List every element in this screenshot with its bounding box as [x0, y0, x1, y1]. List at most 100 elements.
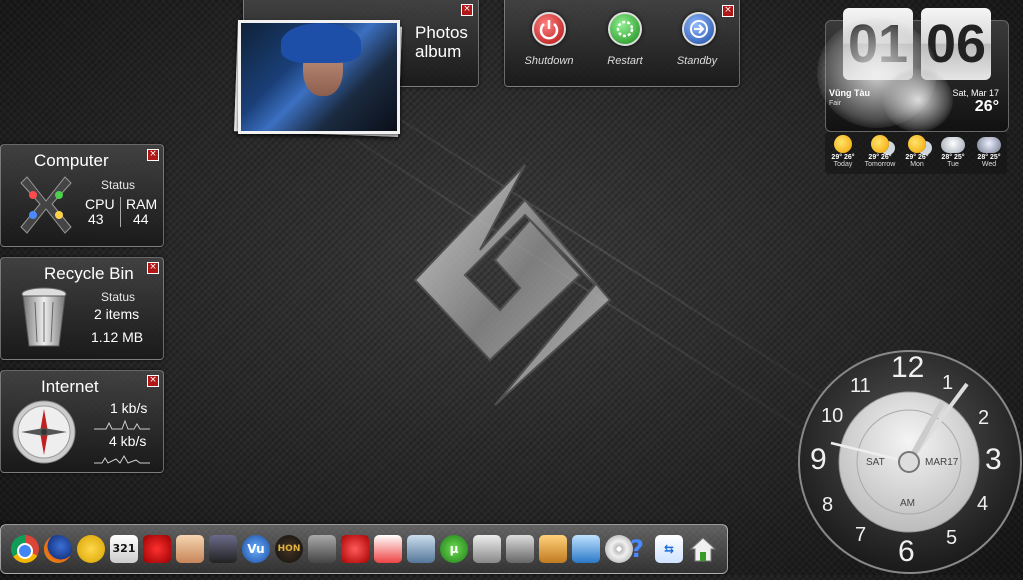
- sun-icon: [834, 135, 852, 153]
- forecast-day-label: Mon: [910, 161, 924, 168]
- gadget-title: Recycle Bin: [44, 264, 134, 283]
- game-character-icon[interactable]: [176, 535, 204, 563]
- standby-label: Standby: [676, 55, 718, 67]
- hon-icon[interactable]: HON: [275, 535, 303, 563]
- clock-ampm: AM: [900, 498, 915, 509]
- recycle-bin-gadget[interactable]: Recycle Bin × Status 2 items 1.12 MB: [0, 257, 164, 360]
- utorrent-icon[interactable]: µ: [440, 535, 468, 563]
- forecast-low: 26°: [843, 154, 855, 161]
- windows-x-icon: [20, 176, 72, 234]
- status-label: Status: [101, 290, 136, 304]
- upload-speed: 1 kb/s: [110, 400, 148, 416]
- forecast-day: 28° 25° Tue: [935, 133, 971, 168]
- chrome-icon[interactable]: [11, 535, 39, 563]
- clock-number: 7: [855, 524, 867, 546]
- compass-icon: [12, 400, 76, 464]
- cpu-label: CPU: [85, 196, 115, 212]
- ram-value: 44: [133, 211, 149, 227]
- photos-label: Photos album: [415, 23, 468, 61]
- standby-button[interactable]: [682, 12, 716, 46]
- vu-icon[interactable]: Vu: [242, 535, 270, 563]
- teamviewer-icon[interactable]: ⇆: [655, 535, 683, 563]
- settings-icon[interactable]: [407, 535, 435, 563]
- photos-label-line1: Photos: [415, 23, 468, 42]
- close-icon[interactable]: ×: [147, 375, 159, 387]
- partly-cloudy-icon: [871, 135, 889, 153]
- wallpaper-logo: [413, 164, 612, 406]
- computer-status-gadget: Computer × Status CPU 43 RAM 44: [0, 144, 164, 247]
- recycle-items: 2 items: [94, 306, 140, 322]
- portrait-hair: [281, 23, 361, 63]
- restart-button[interactable]: [608, 12, 642, 46]
- clock-number: 10: [821, 405, 844, 427]
- close-icon[interactable]: ×: [147, 262, 159, 274]
- forecast-high: 29°: [905, 154, 917, 161]
- forecast-day: 29° 26° Mon: [899, 133, 935, 168]
- restart-label: Restart: [607, 55, 643, 67]
- firefox-icon[interactable]: [44, 535, 72, 563]
- weather-location: Vũng Tàu: [829, 88, 870, 98]
- shutdown-button[interactable]: [532, 12, 566, 46]
- clock-number: 12: [891, 351, 925, 384]
- house-shape: [689, 537, 717, 562]
- ram-label: RAM: [126, 196, 158, 212]
- clock-number: 1: [942, 372, 954, 394]
- clock-date: MAR17: [925, 457, 959, 468]
- network-icon[interactable]: [572, 535, 600, 563]
- yahoo-messenger-icon[interactable]: [77, 535, 105, 563]
- recycle-size: 1.12 MB: [91, 329, 144, 345]
- game-icon-3[interactable]: [374, 535, 402, 563]
- trash-bin-icon: [21, 287, 67, 347]
- help-icon[interactable]: ?: [623, 535, 651, 563]
- photos-album-gadget[interactable]: Photos album ×: [234, 0, 479, 137]
- gadget-title: Internet: [41, 377, 99, 396]
- photos-label-line2: album: [415, 42, 462, 61]
- home-icon[interactable]: [689, 535, 717, 563]
- clock-number: 5: [946, 527, 958, 549]
- rain-icon: [977, 137, 1001, 153]
- warcraft-icon[interactable]: [209, 535, 237, 563]
- game-icon-2[interactable]: [341, 535, 369, 563]
- forecast-day: 29° 26° Tomorrow: [862, 133, 898, 168]
- clock-number: 3: [985, 443, 1002, 476]
- partly-cloudy-icon: [908, 135, 926, 153]
- status-label: Status: [101, 178, 136, 192]
- internet-gadget: Internet × 1 kb/s 4 kb/s: [0, 370, 164, 473]
- divider: [120, 197, 121, 227]
- forecast-day: 28° 25° Wed: [971, 133, 1007, 168]
- forecast-day: 29° 26° Today: [825, 133, 861, 168]
- close-icon[interactable]: ×: [461, 4, 473, 16]
- power-icon: [539, 20, 559, 40]
- shutdown-label: Shutdown: [524, 55, 574, 67]
- download-speed: 4 kb/s: [109, 433, 147, 449]
- clock-number: 8: [822, 494, 834, 516]
- clock-number: 2: [978, 407, 990, 429]
- garena-icon[interactable]: [143, 535, 171, 563]
- film-icon[interactable]: [506, 535, 534, 563]
- clock-number: 4: [977, 493, 989, 515]
- media-player-321-icon[interactable]: 321: [110, 535, 138, 563]
- cpu-value: 43: [88, 211, 104, 227]
- dock-bar: 321 Vu HON µ ? ⇆: [0, 524, 728, 574]
- photo-thumbnail[interactable]: [238, 20, 400, 134]
- download-graph: [94, 454, 150, 464]
- weather-condition: Fair: [829, 100, 842, 107]
- cloud-overlay-icon: [883, 68, 953, 132]
- close-icon[interactable]: ×: [722, 5, 734, 17]
- forecast-low: 25°: [953, 154, 965, 161]
- forecast-high: 28°: [977, 154, 989, 161]
- forecast-low: 25°: [989, 154, 1001, 161]
- clock-number: 9: [810, 443, 827, 476]
- video-editor-icon[interactable]: [539, 535, 567, 563]
- camera-icon[interactable]: [473, 535, 501, 563]
- forecast-day-label: Tomorrow: [864, 161, 896, 168]
- power-gadget: Shutdown Restart Standby ×: [504, 0, 740, 87]
- forecast-high: 28°: [941, 154, 953, 161]
- analog-clock-gadget: 12 1 2 3 4 5 6 7 8 9 10 11 SAT MAR17 AM: [797, 349, 1023, 575]
- game-icon[interactable]: [308, 535, 336, 563]
- clock-number: 11: [850, 375, 871, 397]
- close-icon[interactable]: ×: [147, 149, 159, 161]
- clock-number: 6: [898, 535, 915, 568]
- forecast-high: 29°: [831, 154, 843, 161]
- forecast-low: 26°: [880, 154, 892, 161]
